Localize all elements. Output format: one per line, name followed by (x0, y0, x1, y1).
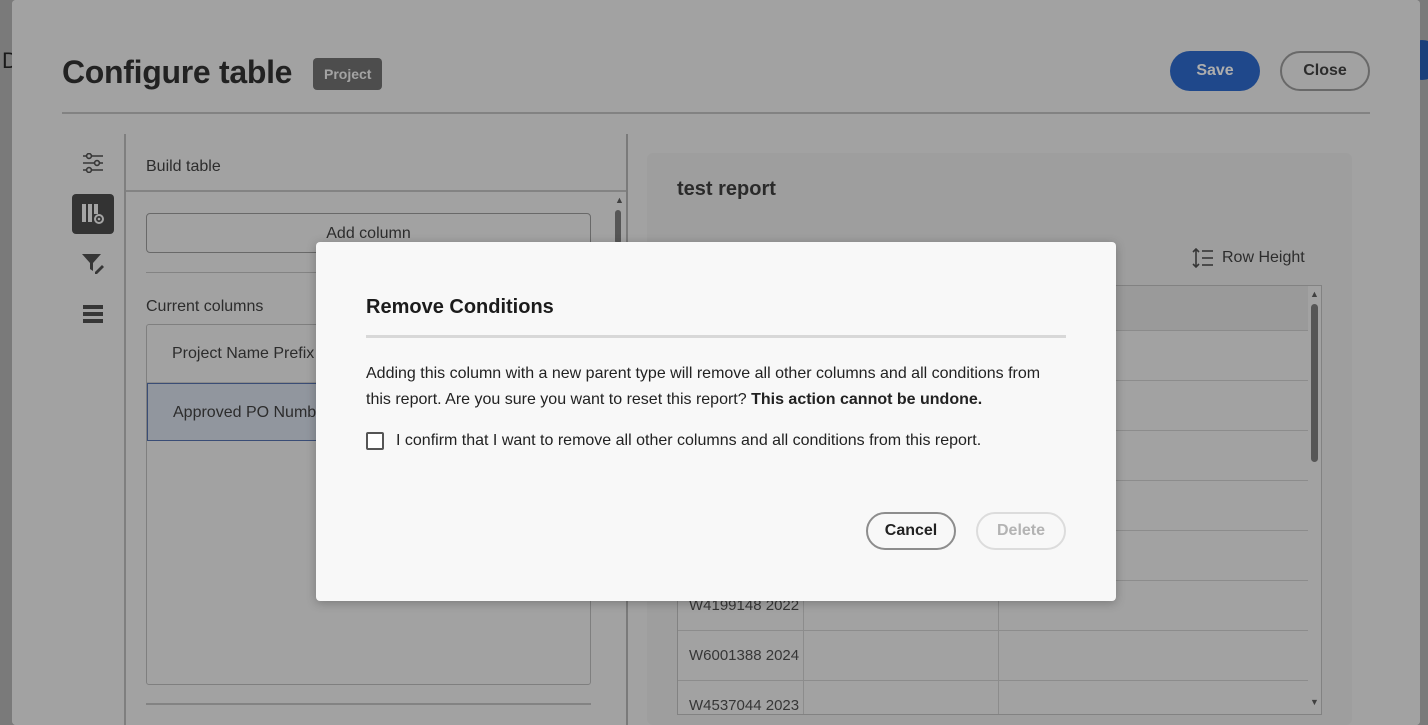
scroll-down-icon[interactable]: ▼ (1310, 698, 1319, 707)
table-cell (804, 631, 999, 680)
header-divider (62, 112, 1370, 114)
table-cell: W6001388 2024 (678, 631, 804, 680)
grid-scrollbar[interactable]: ▲ ▼ (1307, 286, 1321, 714)
remove-conditions-dialog: Remove Conditions Adding this column wit… (316, 242, 1116, 601)
scrollbar-thumb[interactable] (615, 210, 621, 244)
save-button[interactable]: Save (1170, 51, 1260, 91)
report-title: test report (677, 178, 776, 200)
list-rows-icon[interactable] (72, 294, 114, 334)
table-settings-icon[interactable] (72, 194, 114, 234)
rail-divider (124, 134, 126, 725)
dialog-message: Adding this column with a new parent typ… (366, 361, 1066, 413)
page-title: Configure table (62, 54, 293, 90)
object-type-tag: Project (313, 58, 383, 90)
table-row: W6001388 2024 (678, 631, 1308, 681)
confirm-checkbox[interactable] (366, 432, 384, 450)
dialog-divider (366, 335, 1066, 338)
dialog-title: Remove Conditions (366, 296, 554, 318)
table-cell (804, 681, 999, 714)
dialog-message-warning: This action cannot be undone. (751, 391, 983, 408)
build-table-heading: Build table (146, 158, 221, 175)
scroll-up-icon[interactable]: ▲ (1310, 290, 1319, 299)
row-height-label: Row Height (1222, 249, 1305, 266)
sliders-icon[interactable] (72, 143, 114, 183)
build-table-divider (126, 190, 627, 192)
row-height-icon (1192, 248, 1213, 268)
confirm-checkbox-row[interactable]: I confirm that I want to remove all othe… (366, 432, 981, 450)
close-button[interactable]: Close (1280, 51, 1370, 91)
filter-edit-icon[interactable] (72, 244, 114, 284)
delete-button[interactable]: Delete (976, 512, 1066, 550)
table-cell: W4537044 2023 (678, 681, 804, 714)
table-row: W4537044 2023 (678, 681, 1308, 714)
cancel-button[interactable]: Cancel (866, 512, 956, 550)
scrollbar-thumb[interactable] (1311, 304, 1318, 462)
bottom-divider (146, 703, 591, 705)
current-columns-label: Current columns (146, 298, 264, 315)
row-height-button[interactable]: Row Height (1192, 248, 1305, 268)
scroll-up-icon[interactable]: ▲ (615, 196, 624, 205)
confirm-checkbox-label: I confirm that I want to remove all othe… (396, 432, 982, 449)
